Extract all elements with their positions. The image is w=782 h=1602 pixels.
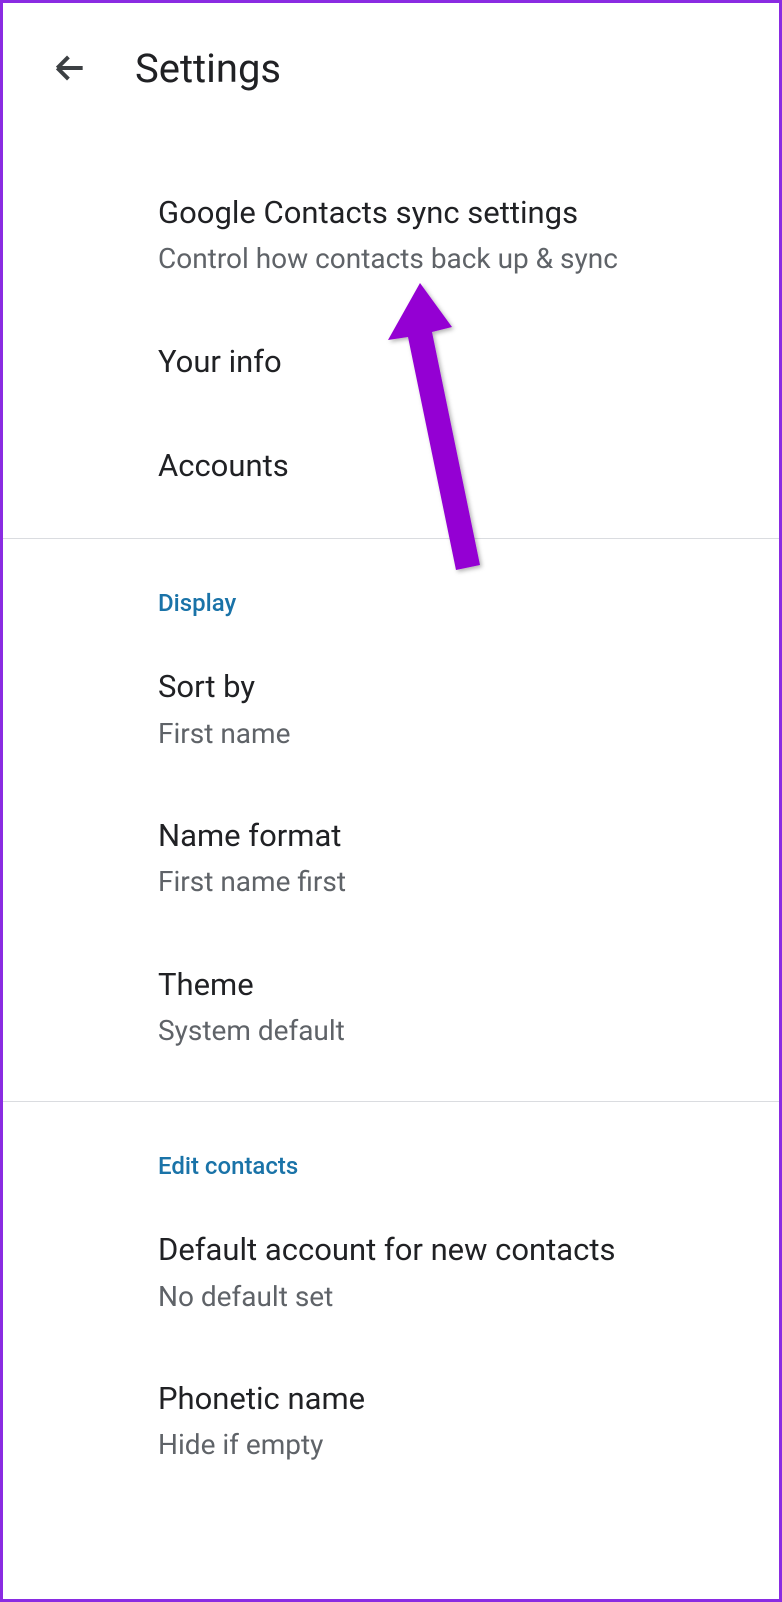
item-title: Sort by [158, 667, 749, 707]
back-button[interactable] [45, 43, 95, 93]
item-title: Your info [158, 342, 749, 382]
item-subtitle: First name [158, 716, 749, 752]
settings-item-theme[interactable]: Theme System default [3, 933, 779, 1082]
item-title: Theme [158, 965, 749, 1005]
settings-item-sync[interactable]: Google Contacts sync settings Control ho… [3, 123, 779, 310]
settings-item-your-info[interactable]: Your info [3, 310, 779, 414]
item-title: Name format [158, 816, 749, 856]
item-title: Google Contacts sync settings [158, 193, 749, 233]
item-title: Default account for new contacts [158, 1230, 749, 1270]
arrow-left-icon [51, 49, 89, 87]
settings-item-sort-by[interactable]: Sort by First name [3, 635, 779, 784]
item-subtitle: Control how contacts back up & sync [158, 241, 749, 277]
settings-item-default-account[interactable]: Default account for new contacts No defa… [3, 1198, 779, 1347]
item-subtitle: Hide if empty [158, 1427, 749, 1463]
settings-item-phonetic-name[interactable]: Phonetic name Hide if empty [3, 1347, 779, 1496]
page-title: Settings [135, 45, 281, 92]
item-subtitle: System default [158, 1013, 749, 1049]
header: Settings [3, 3, 779, 123]
settings-item-name-format[interactable]: Name format First name first [3, 784, 779, 933]
item-title: Accounts [158, 446, 749, 486]
item-title: Phonetic name [158, 1379, 749, 1419]
item-subtitle: First name first [158, 864, 749, 900]
section-header-display: Display [3, 539, 779, 635]
item-subtitle: No default set [158, 1279, 749, 1315]
settings-item-accounts[interactable]: Accounts [3, 414, 779, 518]
section-header-edit: Edit contacts [3, 1102, 779, 1198]
settings-list: Google Contacts sync settings Control ho… [3, 123, 779, 1496]
